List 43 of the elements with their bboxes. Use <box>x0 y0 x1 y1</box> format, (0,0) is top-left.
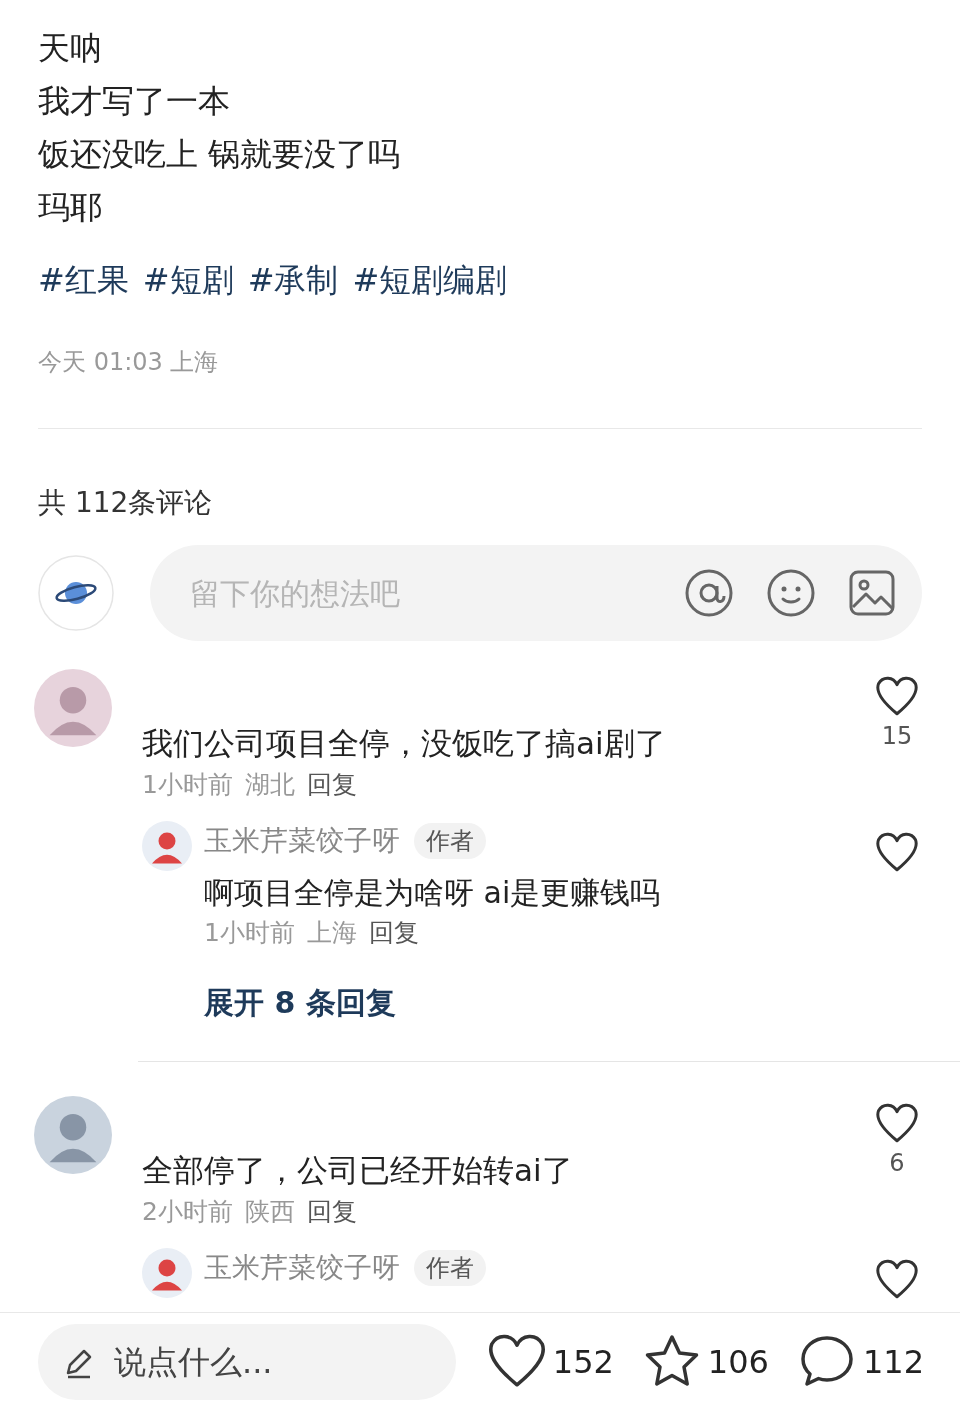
expand-replies-link[interactable]: 展开 8 条回复 <box>204 981 396 1025</box>
planet-avatar-icon <box>38 555 114 631</box>
emoji-icon[interactable] <box>766 568 816 618</box>
hashtag-link[interactable]: #红果 <box>38 258 129 302</box>
reply-author-name: 玉米芹菜饺子呀 <box>204 1250 400 1286</box>
author-badge: 作者 <box>414 1250 486 1286</box>
post-text-line: 饭还没吃上 锅就要没了吗 <box>38 134 402 175</box>
user-avatar[interactable] <box>34 1096 112 1174</box>
comment-text: 全部停了，公司已经开始转ai了 <box>142 1151 574 1190</box>
comment-location: 湖北 <box>244 769 295 801</box>
like-count: 15 <box>881 721 913 751</box>
post-timestamp: 今天 01:03 上海 <box>38 347 219 378</box>
comment-time: 2小时前 <box>142 1196 233 1228</box>
post-text-line: 天呐 <box>38 28 103 69</box>
post-text-line: 玛耶 <box>38 187 103 228</box>
comment-count: 112 <box>862 1341 924 1383</box>
comment-location: 陕西 <box>244 1196 295 1228</box>
image-icon[interactable] <box>848 569 896 617</box>
user-avatar[interactable] <box>142 821 192 871</box>
input-placeholder: 说点什么... <box>114 1341 273 1383</box>
reply-link[interactable]: 回复 <box>368 915 419 951</box>
hashtag-link[interactable]: #短剧编剧 <box>352 258 508 302</box>
user-avatar[interactable] <box>142 1248 192 1298</box>
reply-link[interactable]: 回复 <box>306 1194 357 1230</box>
comment-count: 共 112条评论 <box>37 485 214 521</box>
comment-input-field[interactable]: 说点什么... <box>38 1323 456 1400</box>
author-badge: 作者 <box>414 823 486 859</box>
mention-icon[interactable] <box>684 568 734 618</box>
comment-text: 我们公司项目全停，没饭吃了搞ai剧了 <box>142 724 667 763</box>
comment-time: 1小时前 <box>204 917 295 949</box>
comment-time: 1小时前 <box>142 769 233 801</box>
reply-text: 啊项目全停是为啥呀 ai是更赚钱吗 <box>204 874 662 912</box>
hashtag-link[interactable]: #短剧 <box>142 258 234 302</box>
reply-author-name: 玉米芹菜饺子呀 <box>204 823 400 859</box>
like-count: 152 <box>552 1341 614 1383</box>
reply-link[interactable]: 回复 <box>306 767 357 803</box>
user-avatar[interactable] <box>34 669 112 747</box>
like-count: 6 <box>889 1148 905 1178</box>
comment-location: 上海 <box>306 917 357 949</box>
hashtag-link[interactable]: #承制 <box>247 258 339 302</box>
favorite-count: 106 <box>707 1341 769 1383</box>
input-placeholder: 留下你的想法吧 <box>190 574 401 613</box>
post-text-line: 我才写了一本 <box>38 81 231 122</box>
